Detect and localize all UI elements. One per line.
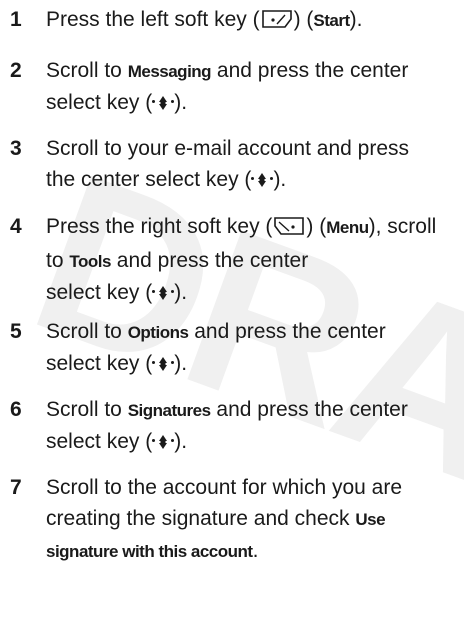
right-soft-key-icon (273, 214, 305, 245)
step-number: 6 (10, 398, 22, 421)
center-select-key-icon (251, 168, 274, 190)
step-text: to (46, 249, 70, 272)
step-number: 7 (10, 476, 22, 499)
step-text: ), scroll (368, 215, 437, 238)
option-label-use: Use (355, 510, 386, 529)
menu-label-messaging: Messaging (127, 62, 212, 81)
step-text: Scroll to your e-mail account and press (46, 137, 409, 160)
step-text: select key ( (46, 91, 153, 114)
step-text: Scroll to (46, 398, 128, 421)
step-text: select key ( (46, 430, 153, 453)
step-number: 1 (10, 8, 22, 31)
option-label-signature: signature with this account (46, 542, 253, 561)
step-text: Scroll to the account for which you are (46, 476, 403, 499)
step-text: ). (174, 281, 188, 304)
step-text: creating the signature and check (46, 507, 356, 530)
step-number: 2 (10, 59, 22, 82)
menu-label-signatures: Signatures (127, 401, 211, 420)
center-select-key-icon (152, 91, 175, 113)
step-number: 3 (10, 137, 22, 160)
step-text: Scroll to (46, 320, 128, 343)
menu-label-options: Options (127, 323, 189, 342)
step-text: Scroll to (46, 59, 128, 82)
step-text: . (252, 539, 259, 562)
step-text: ) ( (306, 215, 327, 238)
key-label-start: Start (313, 11, 350, 30)
menu-label-tools: Tools (69, 252, 111, 271)
left-soft-key-icon (261, 7, 293, 38)
step-text: ). (273, 168, 287, 191)
step-text: and press the center (110, 249, 309, 272)
step-text: ). (174, 91, 188, 114)
center-select-key-icon (152, 430, 175, 452)
key-label-menu: Menu (326, 218, 369, 237)
center-select-key-icon (152, 352, 175, 374)
step-text: Press the left soft key ( (46, 8, 260, 31)
step-text: Press the right soft key ( (46, 215, 273, 238)
step-number: 5 (10, 320, 22, 343)
step-text: ). (349, 8, 363, 31)
step-text: ) ( (293, 8, 314, 31)
step-text: select key ( (46, 352, 153, 375)
center-select-key-icon (152, 281, 175, 303)
step-text: and press the center (188, 320, 386, 343)
step-text: ). (174, 352, 188, 375)
step-text: and press the center (211, 59, 409, 82)
step-text: the center select key ( (46, 168, 252, 191)
step-text: select key ( (46, 281, 153, 304)
step-text: ). (174, 430, 188, 453)
step-number: 4 (10, 215, 22, 238)
step-text: and press the center (210, 398, 408, 421)
